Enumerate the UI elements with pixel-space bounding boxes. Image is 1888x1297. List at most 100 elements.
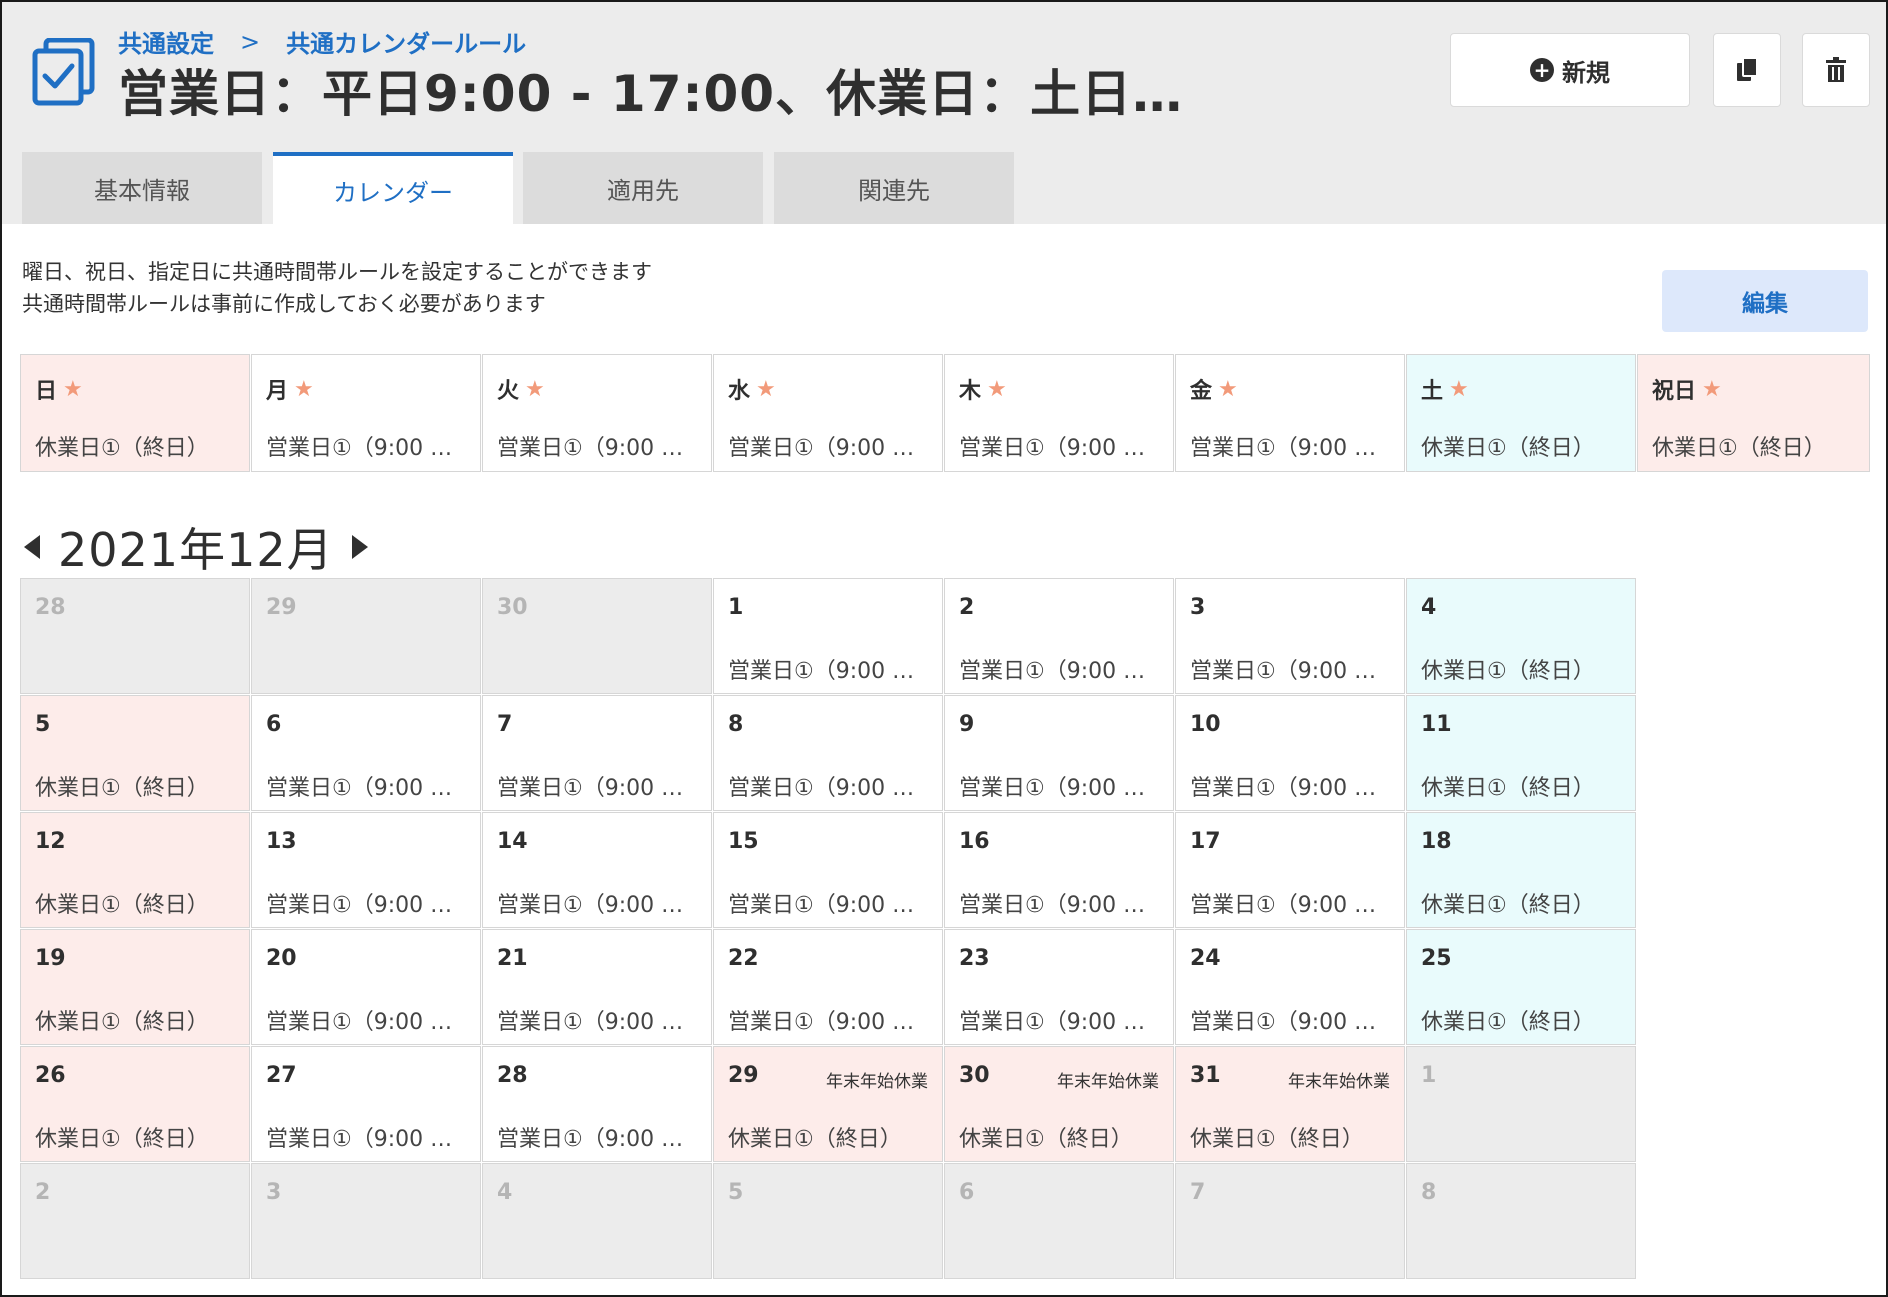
tab-basic-info[interactable]: 基本情報 — [22, 152, 262, 224]
description-line-1: 曜日、祝日、指定日に共通時間帯ルールを設定することができます — [22, 260, 652, 284]
calendar-day-cell[interactable]: 27 営業日①（9:00 … — [251, 1046, 481, 1162]
calendar-date: 6 — [266, 712, 282, 737]
calendar-day-cell[interactable]: 13 営業日①（9:00 … — [251, 812, 481, 928]
calendar-day-cell[interactable]: 14 営業日①（9:00 … — [482, 812, 712, 928]
description: 曜日、祝日、指定日に共通時間帯ルールを設定することができます 共通時間帯ルールは… — [22, 256, 652, 320]
calendar-date: 2 — [35, 1180, 51, 1205]
calendar-day-cell[interactable]: 16 営業日①（9:00 … — [944, 812, 1174, 928]
calendar-date: 22 — [728, 946, 759, 971]
weekday-rule-cell[interactable]: 月 ★ 営業日①（9:00 … — [251, 354, 481, 472]
calendar-day-cell[interactable]: 11 休業日①（終日） — [1406, 695, 1636, 811]
tab-related[interactable]: 関連先 — [774, 152, 1014, 224]
weekday-rule-day-label: 木 — [959, 379, 982, 404]
calendar-rule-value: 休業日①（終日） — [1421, 893, 1595, 918]
calendar-rule-value: 営業日①（9:00 … — [266, 893, 453, 918]
calendar-rule-value: 営業日①（9:00 … — [1190, 1010, 1377, 1035]
calendar-date: 30 — [959, 1063, 990, 1088]
calendar-day-cell[interactable]: 18 休業日①（終日） — [1406, 812, 1636, 928]
weekday-rule-day-label: 土 — [1421, 379, 1444, 404]
copy-icon — [1737, 57, 1758, 81]
new-button[interactable]: + 新規 — [1450, 33, 1690, 107]
tab-calendar[interactable]: カレンダー — [273, 152, 513, 224]
calendar-note: 年末年始休業 — [1288, 1072, 1390, 1092]
calendar-date: 1 — [1421, 1063, 1437, 1088]
calendar-day-cell[interactable]: 31 年末年始休業 休業日①（終日） — [1175, 1046, 1405, 1162]
calendar-date: 3 — [266, 1180, 282, 1205]
calendar-date: 29 — [728, 1063, 759, 1088]
star-icon: ★ — [1702, 376, 1722, 402]
weekday-rule-cell[interactable]: 日 ★ 休業日①（終日） — [20, 354, 250, 472]
plus-circle-icon: + — [1530, 58, 1554, 82]
calendar-day-cell[interactable]: 7 営業日①（9:00 … — [482, 695, 712, 811]
calendar-day-cell[interactable]: 17 営業日①（9:00 … — [1175, 812, 1405, 928]
calendar-day-cell[interactable]: 4 休業日①（終日） — [1406, 578, 1636, 694]
calendar-day-cell[interactable]: 15 営業日①（9:00 … — [713, 812, 943, 928]
weekday-rule-cell[interactable]: 金 ★ 営業日①（9:00 … — [1175, 354, 1405, 472]
calendar-rule-value: 営業日①（9:00 … — [728, 1010, 915, 1035]
weekday-rule-cell[interactable]: 土 ★ 休業日①（終日） — [1406, 354, 1636, 472]
weekday-rule-day: 水 ★ — [728, 373, 928, 405]
calendar-day-cell[interactable]: 1 営業日①（9:00 … — [713, 578, 943, 694]
weekday-rule-cell[interactable]: 火 ★ 営業日①（9:00 … — [482, 354, 712, 472]
edit-button[interactable]: 編集 — [1662, 270, 1868, 332]
calendar-day-cell[interactable]: 8 営業日①（9:00 … — [713, 695, 943, 811]
calendar-day-cell[interactable]: 12 休業日①（終日） — [20, 812, 250, 928]
calendar-rule-value: 休業日①（終日） — [728, 1127, 902, 1152]
calendar-rule-value: 休業日①（終日） — [1190, 1127, 1364, 1152]
delete-button[interactable] — [1802, 33, 1870, 107]
calendar-rule-value: 営業日①（9:00 … — [497, 1127, 684, 1152]
weekday-rule-day-label: 月 — [266, 379, 289, 404]
new-button-label: 新規 — [1562, 58, 1610, 87]
weekday-rule-day-label: 火 — [497, 379, 520, 404]
calendar-day-cell[interactable]: 20 営業日①（9:00 … — [251, 929, 481, 1045]
calendar-rule-value: 営業日①（9:00 … — [959, 893, 1146, 918]
next-month-icon[interactable] — [351, 535, 368, 559]
calendar-day-cell[interactable]: 25 休業日①（終日） — [1406, 929, 1636, 1045]
calendar-day-cell[interactable]: 2 営業日①（9:00 … — [944, 578, 1174, 694]
calendar-date: 30 — [497, 595, 528, 620]
calendar-day-cell[interactable]: 29 年末年始休業 休業日①（終日） — [713, 1046, 943, 1162]
weekday-rule-cell[interactable]: 木 ★ 営業日①（9:00 … — [944, 354, 1174, 472]
weekday-rule-cell[interactable]: 祝日 ★ 休業日①（終日） — [1637, 354, 1870, 472]
calendar-day-cell[interactable]: 21 営業日①（9:00 … — [482, 929, 712, 1045]
calendar-day-cell[interactable]: 9 営業日①（9:00 … — [944, 695, 1174, 811]
calendar-day-cell[interactable]: 30 年末年始休業 休業日①（終日） — [944, 1046, 1174, 1162]
calendar-day-cell[interactable]: 24 営業日①（9:00 … — [1175, 929, 1405, 1045]
calendar-rule-value: 営業日①（9:00 … — [1190, 659, 1377, 684]
weekday-rule-value: 営業日①（9:00 … — [266, 436, 453, 461]
calendar-date: 3 — [1190, 595, 1206, 620]
weekday-rule-day: 祝日 ★ — [1652, 373, 1855, 405]
calendar-day-cell[interactable]: 10 営業日①（9:00 … — [1175, 695, 1405, 811]
calendar-day-cell[interactable]: 26 休業日①（終日） — [20, 1046, 250, 1162]
calendar-day-cell[interactable]: 6 営業日①（9:00 … — [251, 695, 481, 811]
weekday-rule-day-label: 水 — [728, 379, 751, 404]
calendar-day-cell[interactable]: 5 休業日①（終日） — [20, 695, 250, 811]
calendar-day-cell: 30 — [482, 578, 712, 694]
calendar-day-cell[interactable]: 19 休業日①（終日） — [20, 929, 250, 1045]
star-icon: ★ — [987, 376, 1007, 402]
calendar-day-cell[interactable]: 28 営業日①（9:00 … — [482, 1046, 712, 1162]
calendar-day-cell: 1 — [1406, 1046, 1636, 1162]
tab-applied-to[interactable]: 適用先 — [523, 152, 763, 224]
calendar-rule-value: 休業日①（終日） — [35, 1127, 209, 1152]
calendar-date: 4 — [1421, 595, 1437, 620]
calendar-date: 4 — [497, 1180, 513, 1205]
calendar-date: 18 — [1421, 829, 1452, 854]
weekday-rules: 日 ★ 休業日①（終日）月 ★ 営業日①（9:00 … 火 ★ 営業日①（9:00 … 水 ★ 営業… — [20, 354, 1870, 472]
calendar-date: 23 — [959, 946, 990, 971]
star-icon: ★ — [525, 376, 545, 402]
calendar-date: 6 — [959, 1180, 975, 1205]
calendar-day-cell[interactable]: 23 営業日①（9:00 … — [944, 929, 1174, 1045]
calendar-day-cell[interactable]: 3 営業日①（9:00 … — [1175, 578, 1405, 694]
prev-month-icon[interactable] — [24, 535, 40, 559]
calendar-day-cell: 8 — [1406, 1163, 1636, 1279]
weekday-rule-value: 営業日①（9:00 … — [728, 436, 915, 461]
calendar-day-cell[interactable]: 22 営業日①（9:00 … — [713, 929, 943, 1045]
calendar-date: 27 — [266, 1063, 297, 1088]
breadcrumb-separator: > — [240, 27, 261, 56]
weekday-rule-cell[interactable]: 水 ★ 営業日①（9:00 … — [713, 354, 943, 472]
weekday-rule-day: 木 ★ — [959, 373, 1159, 405]
weekday-rule-value: 営業日①（9:00 … — [1190, 436, 1377, 461]
copy-button[interactable] — [1713, 33, 1781, 107]
page-title: 営業日：平日9:00 - 17:00、休業日：土日… — [118, 65, 1184, 123]
